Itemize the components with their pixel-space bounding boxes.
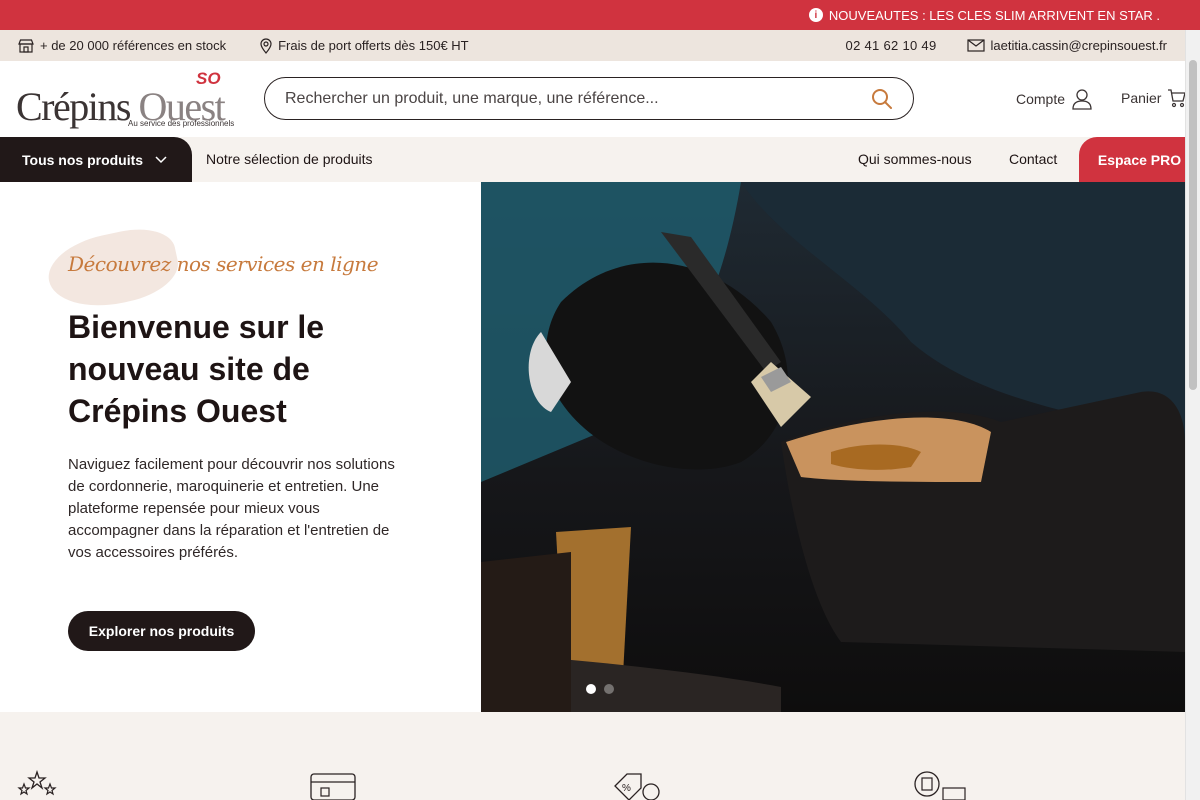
info-icon: i [808,8,823,22]
all-products-menu[interactable]: Tous nos produits [0,137,192,182]
delivery-icon [914,771,966,800]
user-icon [1072,89,1092,110]
cart-link[interactable]: Panier [1121,88,1187,108]
slider-dots [586,684,622,694]
slider-dot-2[interactable] [604,684,614,694]
cart-label: Panier [1121,90,1162,106]
shipping-info: Frais de port offerts dès 150€ HT [260,37,469,54]
info-bar: + de 20 000 références en stock Frais de… [0,30,1185,61]
pro-space-label: Espace PRO [1097,151,1182,168]
stock-info: + de 20 000 références en stock [18,38,226,53]
features-strip: % [0,712,1185,800]
page-scrollbar[interactable] [1185,30,1200,800]
email-text: laetitia.cassin@crepinsouest.fr [990,38,1168,53]
hero-section: Découvrez nos services en ligne Bienvenu… [0,182,1185,712]
nav-contact-link[interactable]: Contact [1009,151,1057,167]
store-icon [18,38,34,53]
announcement-bar: i NOUVEAUTES : LES CLES SLIM ARRIVENT EN… [0,0,1200,30]
phone-link[interactable]: 02 41 62 10 49 [846,38,937,53]
explore-products-label: Explorer nos produits [88,623,235,639]
announcement-text: NOUVEAUTES : LES CLES SLIM ARRIVENT EN S… [828,7,1160,23]
account-label: Compte [1016,91,1066,107]
hero-description: Naviguez facilement pour découvrir nos s… [68,456,395,561]
nav-about-link[interactable]: Qui sommes-nous [858,151,972,167]
hero-script-heading: Découvrez nos services en ligne [42,221,379,317]
stock-text: + de 20 000 références en stock [40,38,227,53]
site-header: SO Crépins Ouest Au service des professi… [0,61,1187,137]
mail-icon [966,39,985,52]
nav-selection-link[interactable]: Notre sélection de produits [206,151,373,167]
search-bar[interactable] [264,77,914,120]
main-nav: Tous nos produits Notre sélection de pro… [0,137,1200,182]
stars-icon [17,770,57,796]
site-logo[interactable]: SO Crépins Ouest Au service des professi… [16,69,246,131]
email-link[interactable]: laetitia.cassin@crepinsouest.fr [966,38,1168,53]
card-icon [310,773,356,800]
pro-space-button[interactable]: Espace PRO [1079,137,1200,182]
logo-tagline: Au service des professionnels [128,119,235,128]
shipping-text: Frais de port offerts dès 150€ HT [278,38,469,53]
hero-script-text: Découvrez nos services en ligne [68,252,379,276]
search-input[interactable] [285,89,871,108]
discount-tag-icon: % [614,773,660,800]
account-link[interactable]: Compte [1016,88,1093,110]
slider-dot-1[interactable] [586,684,596,694]
svg-text:%: % [622,783,631,794]
all-products-label: Tous nos produits [22,151,144,168]
search-icon[interactable] [871,88,893,110]
hero-photo-illustration [481,182,1185,712]
chevron-down-icon [155,155,167,163]
hero-image [481,182,1185,712]
explore-products-button[interactable]: Explorer nos produits [68,611,255,651]
hero-title: Bienvenue sur le nouveau site de Crépins… [68,309,325,429]
location-pin-icon [260,37,272,54]
scrollbar-thumb[interactable] [1189,60,1197,390]
